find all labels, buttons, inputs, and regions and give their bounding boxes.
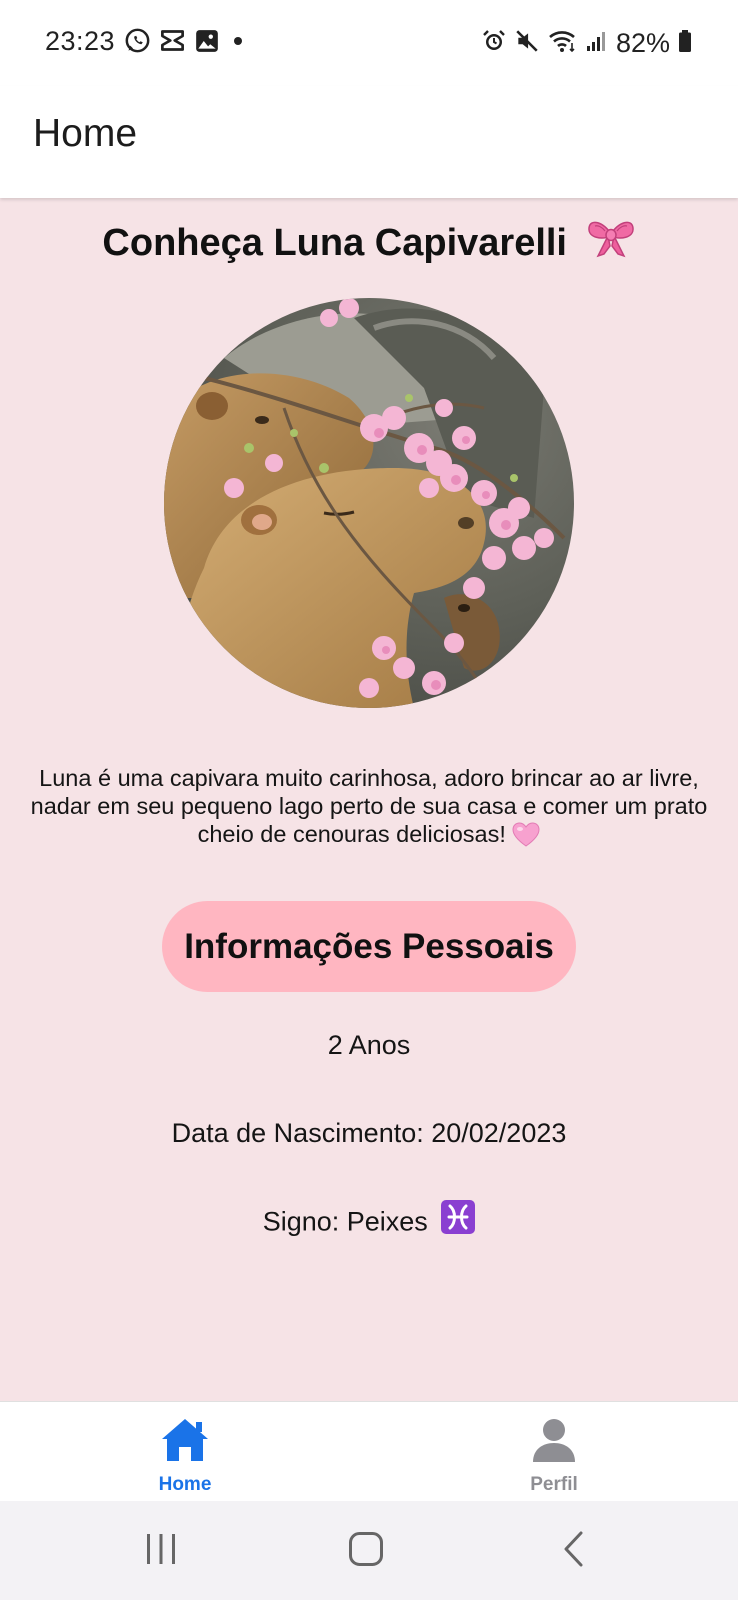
system-icons: 82%	[482, 26, 692, 60]
profile-description: Luna é uma capivara muito carinhosa, ado…	[14, 764, 724, 848]
profile-description-text: Luna é uma capivara muito carinhosa, ado…	[30, 765, 708, 847]
notification-icons	[124, 28, 248, 58]
ribbon-bow-icon	[586, 216, 636, 268]
tab-perfil-label: Perfil	[530, 1474, 578, 1495]
home-icon	[160, 1417, 210, 1468]
birth-date-text: Data de Nascimento: 20/02/2023	[171, 1118, 567, 1148]
recent-apps-button[interactable]	[131, 1523, 191, 1579]
profile-title-text: Conheça Luna Capivarelli	[102, 222, 567, 265]
bottom-tab-bar: Home Perfil	[0, 1401, 738, 1501]
tab-home-label: Home	[158, 1474, 212, 1495]
capybara-cherry-blossom-photo	[164, 298, 574, 708]
app-header: Home	[0, 86, 738, 198]
profile-content: Conheça Luna Capivarelli Luna é uma capi…	[0, 198, 738, 1401]
person-icon	[531, 1417, 577, 1468]
home-nav-button[interactable]	[336, 1523, 396, 1579]
pink-heart-icon	[512, 821, 540, 847]
dot-icon	[228, 31, 248, 56]
profile-title: Conheça Luna Capivarelli	[0, 221, 738, 268]
zodiac-sign-text: Signo: Peixes	[262, 1206, 428, 1237]
status-bar: 23:23 82%	[0, 0, 738, 86]
age-text: 2 Anos	[327, 1030, 411, 1060]
gallery-icon	[194, 28, 220, 59]
signal-icon	[586, 29, 608, 58]
battery-percentage: 82%	[615, 27, 670, 58]
page-title: Home	[33, 112, 138, 155]
wifi-icon	[548, 28, 578, 59]
recent-apps-icon	[143, 1532, 179, 1571]
back-chevron-icon	[561, 1530, 587, 1573]
capcut-icon	[159, 27, 186, 59]
back-button[interactable]	[544, 1523, 604, 1579]
tab-home[interactable]: Home	[85, 1402, 285, 1502]
zodiac-sign: Signo: Peixes	[0, 1200, 738, 1241]
battery-icon	[678, 29, 692, 58]
personal-info-button[interactable]: Informações Pessoais	[162, 901, 576, 992]
alarm-icon	[482, 29, 506, 58]
pisces-icon	[441, 1200, 476, 1241]
home-circle-icon	[348, 1531, 384, 1572]
system-navigation-bar	[0, 1501, 738, 1600]
mute-icon	[514, 28, 540, 59]
status-time: 23:23	[45, 26, 116, 56]
tab-perfil[interactable]: Perfil	[454, 1402, 654, 1502]
whatsapp-icon	[124, 27, 151, 59]
